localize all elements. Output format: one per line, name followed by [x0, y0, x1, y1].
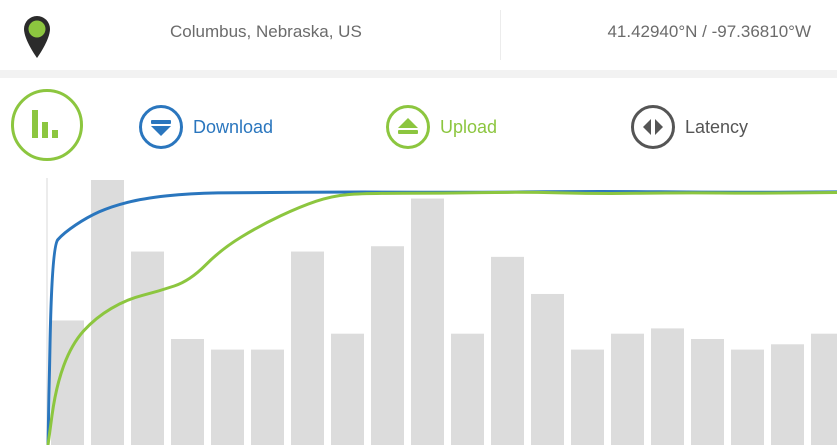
chart-bar [371, 246, 404, 445]
legend-download-label: Download [193, 116, 274, 137]
legend-upload-label: Upload [440, 116, 498, 137]
header-divider [500, 10, 501, 60]
legend-latency-label: Latency [685, 116, 749, 137]
left-right-circle-icon [631, 105, 675, 149]
chart-bar [531, 293, 564, 445]
chart-bar [731, 349, 764, 445]
chart-bars [51, 180, 837, 445]
chart-bar [51, 320, 84, 445]
chart-bar [571, 349, 604, 445]
coordinates: 41.42940°N / -97.36810°W [607, 22, 811, 41]
chart-bar [771, 344, 804, 445]
chart-bar [491, 256, 524, 445]
arrow-down-circle-icon [139, 105, 183, 149]
chart-bar [811, 333, 837, 445]
location-name: Columbus, Nebraska, US [170, 22, 362, 41]
bar-chart-icon [32, 110, 58, 138]
speed-chart [46, 178, 837, 445]
chart-bar [211, 349, 244, 445]
legend-download[interactable]: Download [139, 105, 273, 149]
chart-bar [451, 333, 484, 445]
location-header: Columbus, Nebraska, US 41.42940°N / -97.… [0, 0, 837, 70]
chart-bar [331, 333, 364, 445]
chart-bar [171, 339, 204, 445]
chart-bar [291, 251, 324, 445]
map-pin-icon [24, 16, 50, 58]
chart-bar [651, 328, 684, 445]
bar-chart-toggle-button[interactable] [11, 89, 83, 161]
chart-bar [251, 349, 284, 445]
legend-upload[interactable]: Upload [386, 105, 497, 149]
legend-latency[interactable]: Latency [631, 105, 748, 149]
chart-bar [411, 198, 444, 445]
chart-bar [131, 251, 164, 445]
arrow-up-circle-icon [386, 105, 430, 149]
chart-bar [611, 333, 644, 445]
chart-bar [691, 339, 724, 445]
header-separator [0, 70, 837, 78]
